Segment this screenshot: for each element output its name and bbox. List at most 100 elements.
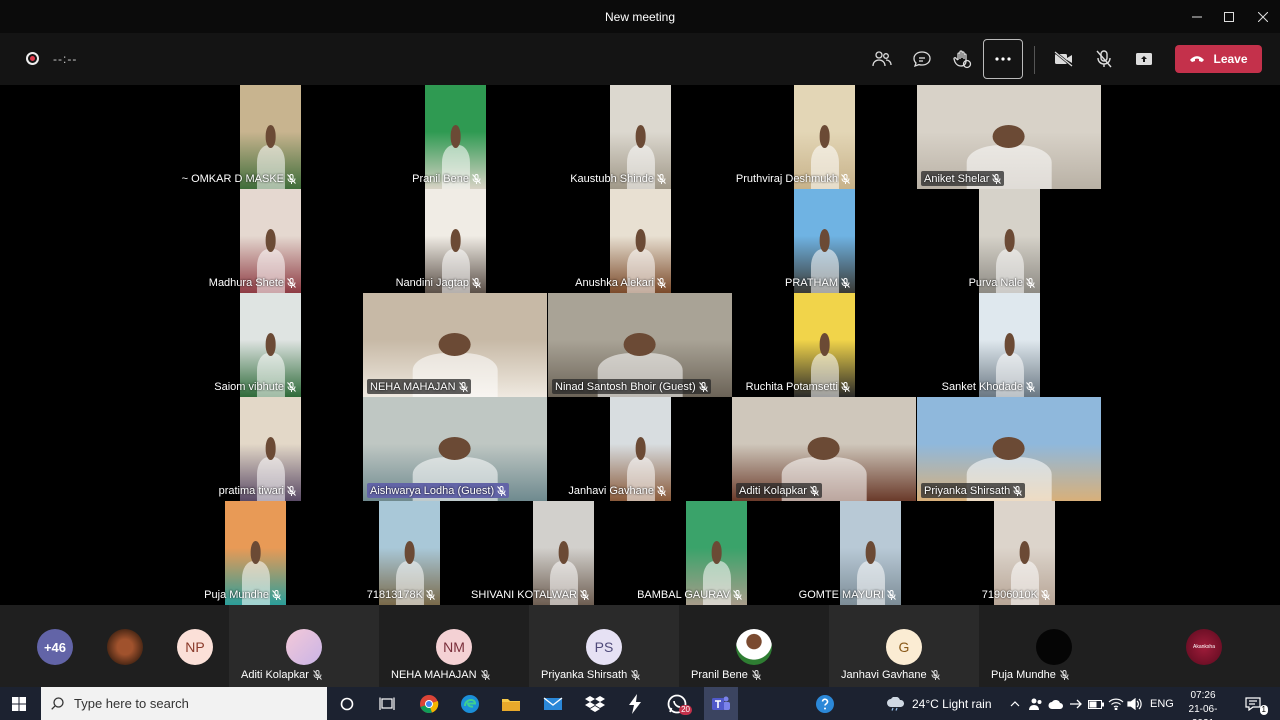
video-tile[interactable]: pratima tiwari	[219, 397, 301, 501]
edge-taskbar-button[interactable]	[457, 691, 483, 717]
participant-avatar-np[interactable]: NP	[177, 629, 213, 665]
participant-name: Saiom vibhute	[214, 380, 284, 393]
search-placeholder: Type here to search	[74, 696, 189, 711]
file-explorer-taskbar-button[interactable]	[498, 691, 524, 717]
title-bar: New meeting	[0, 0, 1280, 33]
dropbox-taskbar-button[interactable]	[582, 691, 608, 717]
volume-tray-button[interactable]	[1122, 691, 1148, 717]
participant-avatar-right[interactable]: Akanksha	[1186, 629, 1222, 665]
reactions-button[interactable]	[944, 41, 980, 77]
chat-icon	[913, 51, 931, 68]
video-tile[interactable]: Aniket Shelar	[917, 85, 1101, 189]
task-view-icon	[379, 697, 395, 710]
participant-name-label: pratima tiwari	[216, 483, 299, 498]
video-tile[interactable]: Pranil Bene	[412, 85, 486, 189]
participant-cell-4[interactable]: G Janhavi Gavhane	[829, 605, 979, 687]
participant-cell-0[interactable]: Aditi Kolapkar	[229, 605, 379, 687]
mic-icon	[272, 589, 281, 600]
input-language-button[interactable]: ENG	[1150, 687, 1174, 720]
video-tile[interactable]: SHIVANI KOTALWAR	[471, 501, 594, 605]
video-tile[interactable]: Aditi Kolapkar	[732, 397, 916, 501]
video-tile[interactable]: Aishwarya Lodha (Guest)	[363, 397, 547, 501]
participant-name: SHIVANI KOTALWAR	[471, 588, 577, 601]
more-actions-button[interactable]	[983, 39, 1023, 79]
video-tile[interactable]: BAMBAL GAURAV	[637, 501, 747, 605]
share-screen-button[interactable]	[1126, 41, 1162, 77]
whatsapp-taskbar-button[interactable]: 20	[664, 691, 692, 717]
more-participants-button[interactable]: +46	[37, 629, 73, 665]
participant-name: GOMTE MAYURI	[798, 588, 884, 601]
cloud-icon	[1048, 699, 1063, 709]
video-tile[interactable]: Purva Nale	[969, 189, 1040, 293]
video-tile[interactable]: PRATHAM	[785, 189, 855, 293]
video-tile[interactable]: GOMTE MAYURI	[799, 501, 901, 605]
mic-icon	[657, 277, 666, 288]
windows-taskbar: Type here to search 20 24°C Light rain E…	[0, 687, 1280, 720]
battery-icon	[1088, 699, 1104, 709]
video-tile[interactable]: Saiom vibhute	[214, 293, 301, 397]
app-taskbar-button[interactable]	[622, 691, 648, 717]
video-tile[interactable]: Janhavi Gavhane	[568, 397, 671, 501]
participants-button[interactable]	[864, 41, 900, 77]
help-taskbar-button[interactable]	[812, 691, 838, 717]
whatsapp-badge: 20	[679, 705, 692, 715]
video-tile[interactable]: ~ OMKAR D MASKE	[182, 85, 301, 189]
teams-taskbar-button[interactable]	[704, 687, 738, 720]
minimize-button[interactable]	[1180, 0, 1214, 33]
task-view-button[interactable]	[374, 691, 400, 717]
video-tile[interactable]: Nandini Jagtap	[396, 189, 486, 293]
participant-cell-3[interactable]: Pranil Bene	[679, 605, 829, 687]
video-tile[interactable]: Anushka Alekari	[575, 189, 671, 293]
meeting-toolbar: --:-- Leave	[0, 33, 1280, 85]
participant-name: Sanket Khodade	[941, 380, 1023, 393]
maximize-button[interactable]	[1212, 0, 1246, 33]
chrome-taskbar-button[interactable]	[416, 691, 442, 717]
taskbar-search-box[interactable]: Type here to search	[41, 687, 327, 720]
participant-name-label: BAMBAL GAURAV	[634, 587, 745, 602]
video-tile[interactable]: Kaustubh Shinde	[570, 85, 671, 189]
participant-name-label: Nandini Jagtap	[393, 275, 484, 290]
mic-toggle-button[interactable]	[1086, 41, 1122, 77]
chat-button[interactable]	[904, 41, 940, 77]
participant-name-label: Aishwarya Lodha (Guest)	[367, 483, 510, 498]
participant-avatar-black	[1036, 629, 1072, 665]
video-tile[interactable]: 71906010K	[982, 501, 1055, 605]
taskbar-clock[interactable]: 07:26 21-06-2021	[1178, 689, 1228, 720]
video-tile[interactable]: Priyanka Shirsath	[917, 397, 1101, 501]
participant-cell-5[interactable]: Puja Mundhe	[979, 605, 1129, 687]
mic-icon	[657, 173, 666, 184]
participant-name: ~ OMKAR D MASKE	[181, 172, 284, 185]
participant-name: Ruchita Potamsetti	[745, 380, 838, 393]
video-tile[interactable]: NEHA MAHAJAN	[363, 293, 547, 397]
action-center-button[interactable]: 1	[1240, 691, 1268, 717]
video-tile[interactable]: Ruchita Potamsetti	[746, 293, 855, 397]
participant-avatar-ps: PS	[586, 629, 622, 665]
camera-toggle-button[interactable]	[1046, 41, 1082, 77]
chevron-up-icon	[1010, 701, 1020, 707]
mail-taskbar-button[interactable]	[540, 691, 566, 717]
video-tile[interactable]: Sanket Khodade	[942, 293, 1040, 397]
participant-avatar-photo[interactable]	[107, 629, 143, 665]
mic-icon	[841, 277, 850, 288]
leave-button[interactable]: Leave	[1175, 45, 1262, 73]
participant-name: Madhura Shete	[208, 276, 284, 289]
participant-name: Priyanka Shirsath	[541, 669, 628, 681]
video-tile[interactable]: Madhura Shete	[209, 189, 301, 293]
participant-name: Pruthviraj Deshmukh	[735, 172, 838, 185]
weather-widget[interactable]: 24°C Light rain	[886, 687, 992, 720]
video-tile[interactable]: Ninad Santosh Bhoir (Guest)	[548, 293, 732, 397]
participant-cell-1[interactable]: NM NEHA MAHAJAN	[379, 605, 529, 687]
participant-name-label: 71813178K	[364, 587, 438, 602]
participant-name: Janhavi Gavhane	[841, 669, 927, 681]
participant-cell-2[interactable]: PS Priyanka Shirsath	[529, 605, 679, 687]
start-button[interactable]	[6, 691, 32, 717]
participant-name-label: Anushka Alekari	[572, 275, 669, 290]
video-tile[interactable]: Pruthviraj Deshmukh	[736, 85, 855, 189]
mic-icon	[472, 277, 481, 288]
close-window-button[interactable]	[1246, 0, 1280, 33]
cortana-button[interactable]	[334, 691, 360, 717]
video-tile[interactable]: Puja Mundhe	[204, 501, 286, 605]
mic-icon	[887, 589, 896, 600]
mic-icon	[1059, 670, 1069, 680]
video-tile[interactable]: 71813178K	[367, 501, 440, 605]
